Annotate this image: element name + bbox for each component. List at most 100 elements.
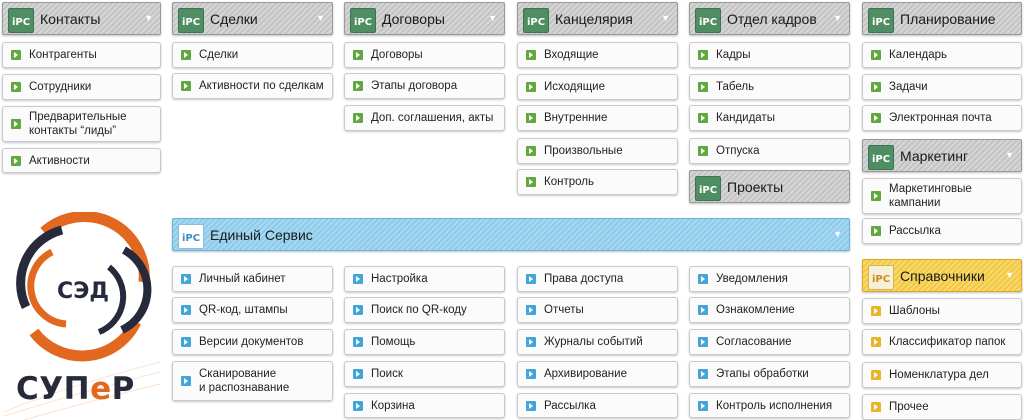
arrow-bullet-icon: [526, 400, 536, 411]
arrow-bullet-icon: [11, 50, 21, 60]
service-item[interactable]: QR-код, штампы: [172, 297, 333, 323]
menu-item-label: Контроль исполнения: [716, 399, 833, 412]
module-planning-header[interactable]: iPC Планирование: [862, 2, 1022, 35]
menu-item-label: Сотрудники: [29, 81, 92, 93]
menu-item-hr[interactable]: Табель: [689, 74, 850, 100]
menu-item-label: Уведомления: [716, 273, 788, 285]
arrow-bullet-icon: [181, 305, 191, 315]
menu-item-label: Кадры: [716, 49, 751, 61]
arrow-bullet-icon: [353, 81, 363, 91]
menu-item-office[interactable]: Входящие: [517, 42, 678, 68]
menu-item-reference[interactable]: Шаблоны: [862, 298, 1022, 324]
unified-service-header[interactable]: iPC Единый Сервис ▼: [172, 218, 850, 251]
service-item[interactable]: Журналы событий: [517, 329, 678, 355]
menu-item-hr[interactable]: Кандидаты: [689, 105, 850, 131]
menu-item-label: Ознакомление: [716, 304, 795, 316]
chevron-down-icon[interactable]: ▼: [1005, 150, 1014, 160]
menu-item-contacts[interactable]: Сотрудники: [2, 74, 161, 100]
module-marketing-header[interactable]: iPC Маркетинг ▼: [862, 139, 1022, 172]
menu-item-office[interactable]: Контроль: [517, 169, 678, 195]
service-item[interactable]: Рассылка: [517, 393, 678, 418]
service-item[interactable]: Настройка: [344, 266, 505, 292]
service-item[interactable]: Поиск: [344, 361, 505, 387]
service-item[interactable]: Уведомления: [689, 266, 850, 292]
menu-item-label: Помощь: [371, 336, 416, 348]
svg-text:iPC: iPC: [872, 274, 890, 285]
service-item[interactable]: Права доступа: [517, 266, 678, 292]
menu-item-label: Сделки: [199, 49, 239, 61]
ipc-logo-icon: iPC: [868, 8, 894, 33]
chevron-down-icon[interactable]: ▼: [144, 13, 153, 23]
menu-item-contacts[interactable]: Предварительные контакты “лиды”: [2, 106, 161, 142]
chevron-down-icon[interactable]: ▼: [833, 13, 842, 23]
menu-item-contacts[interactable]: Активности: [2, 148, 161, 173]
menu-item-reference[interactable]: Номенклатура дел: [862, 362, 1022, 388]
service-item[interactable]: Помощь: [344, 329, 505, 355]
menu-item-reference[interactable]: Прочее: [862, 394, 1022, 420]
service-item[interactable]: Корзина: [344, 393, 505, 418]
service-item[interactable]: Архивирование: [517, 361, 678, 387]
arrow-bullet-icon: [526, 50, 536, 60]
arrow-bullet-icon: [698, 400, 708, 411]
menu-item-office[interactable]: Внутренние: [517, 105, 678, 131]
menu-item-office[interactable]: Исходящие: [517, 74, 678, 100]
svg-text:iPC: iPC: [872, 154, 890, 165]
menu-item-planning[interactable]: Календарь: [862, 42, 1022, 68]
menu-item-contracts[interactable]: Доп. соглашения, акты: [344, 105, 505, 131]
module-contacts-header[interactable]: iPC Контакты ▼: [2, 2, 161, 35]
chevron-down-icon[interactable]: ▼: [1005, 270, 1014, 280]
service-item[interactable]: Ознакомление: [689, 297, 850, 323]
module-office-header[interactable]: iPC Канцелярия ▼: [517, 2, 678, 35]
svg-text:iPC: iPC: [12, 17, 30, 28]
menu-item-marketing[interactable]: Маркетинговые кампании: [862, 178, 1022, 214]
service-item[interactable]: Этапы обработки: [689, 361, 850, 387]
arrow-bullet-icon: [526, 82, 536, 92]
menu-item-label: Задачи: [889, 81, 928, 93]
arrow-bullet-icon: [526, 369, 536, 379]
menu-item-marketing[interactable]: Рассылка: [862, 218, 1022, 244]
svg-text:iPC: iPC: [699, 17, 717, 28]
service-item[interactable]: Версии документов: [172, 329, 333, 355]
menu-item-hr[interactable]: Кадры: [689, 42, 850, 68]
arrow-bullet-icon: [698, 82, 708, 92]
service-item[interactable]: Контроль исполнения: [689, 393, 850, 418]
chevron-down-icon[interactable]: ▼: [316, 13, 325, 23]
menu-item-planning[interactable]: Электронная почта: [862, 105, 1022, 131]
menu-item-label: Согласование: [716, 336, 792, 348]
chevron-down-icon[interactable]: ▼: [488, 13, 497, 23]
menu-item-reference[interactable]: Классификатор папок: [862, 329, 1022, 355]
menu-item-label: Поиск по QR-коду: [371, 304, 467, 316]
module-projects-header[interactable]: iPC Проекты: [689, 170, 850, 203]
menu-item-contacts[interactable]: Контрагенты: [2, 42, 161, 68]
module-hr-header[interactable]: iPC Отдел кадров ▼: [689, 2, 850, 35]
service-item[interactable]: Личный кабинет: [172, 266, 333, 292]
menu-item-contracts[interactable]: Этапы договора: [344, 73, 505, 99]
menu-item-planning[interactable]: Задачи: [862, 74, 1022, 100]
arrow-bullet-icon: [526, 274, 536, 284]
service-item[interactable]: Согласование: [689, 329, 850, 355]
brand-name-part2: Р: [111, 371, 135, 407]
menu-item-label: Произвольные: [544, 145, 623, 157]
menu-item-office[interactable]: Произвольные: [517, 138, 678, 164]
arrow-bullet-icon: [871, 337, 881, 347]
menu-item-deals[interactable]: Сделки: [172, 42, 333, 68]
menu-item-label: Отчеты: [544, 304, 584, 316]
chevron-down-icon[interactable]: ▼: [833, 229, 842, 239]
arrow-bullet-icon: [526, 305, 536, 315]
service-item[interactable]: Отчеты: [517, 297, 678, 323]
arrow-bullet-icon: [353, 369, 363, 379]
menu-item-contracts[interactable]: Договоры: [344, 42, 505, 68]
service-item[interactable]: Поиск по QR-коду: [344, 297, 505, 323]
chevron-down-icon[interactable]: ▼: [661, 13, 670, 23]
menu-item-hr[interactable]: Отпуска: [689, 138, 850, 164]
arrow-bullet-icon: [871, 370, 881, 380]
menu-item-deals[interactable]: Активности по сделкам: [172, 73, 333, 99]
module-marketing-title: Маркетинг: [900, 148, 969, 164]
service-item[interactable]: Сканирование и распознавание: [172, 361, 333, 401]
module-reference-header[interactable]: iPC Справочники ▼: [862, 259, 1022, 292]
module-deals-header[interactable]: iPC Сделки ▼: [172, 2, 333, 35]
menu-item-label: Архивирование: [544, 368, 627, 380]
menu-item-label: Настройка: [371, 273, 428, 285]
module-contracts-header[interactable]: iPC Договоры ▼: [344, 2, 505, 35]
menu-item-label: Поиск: [371, 368, 403, 380]
